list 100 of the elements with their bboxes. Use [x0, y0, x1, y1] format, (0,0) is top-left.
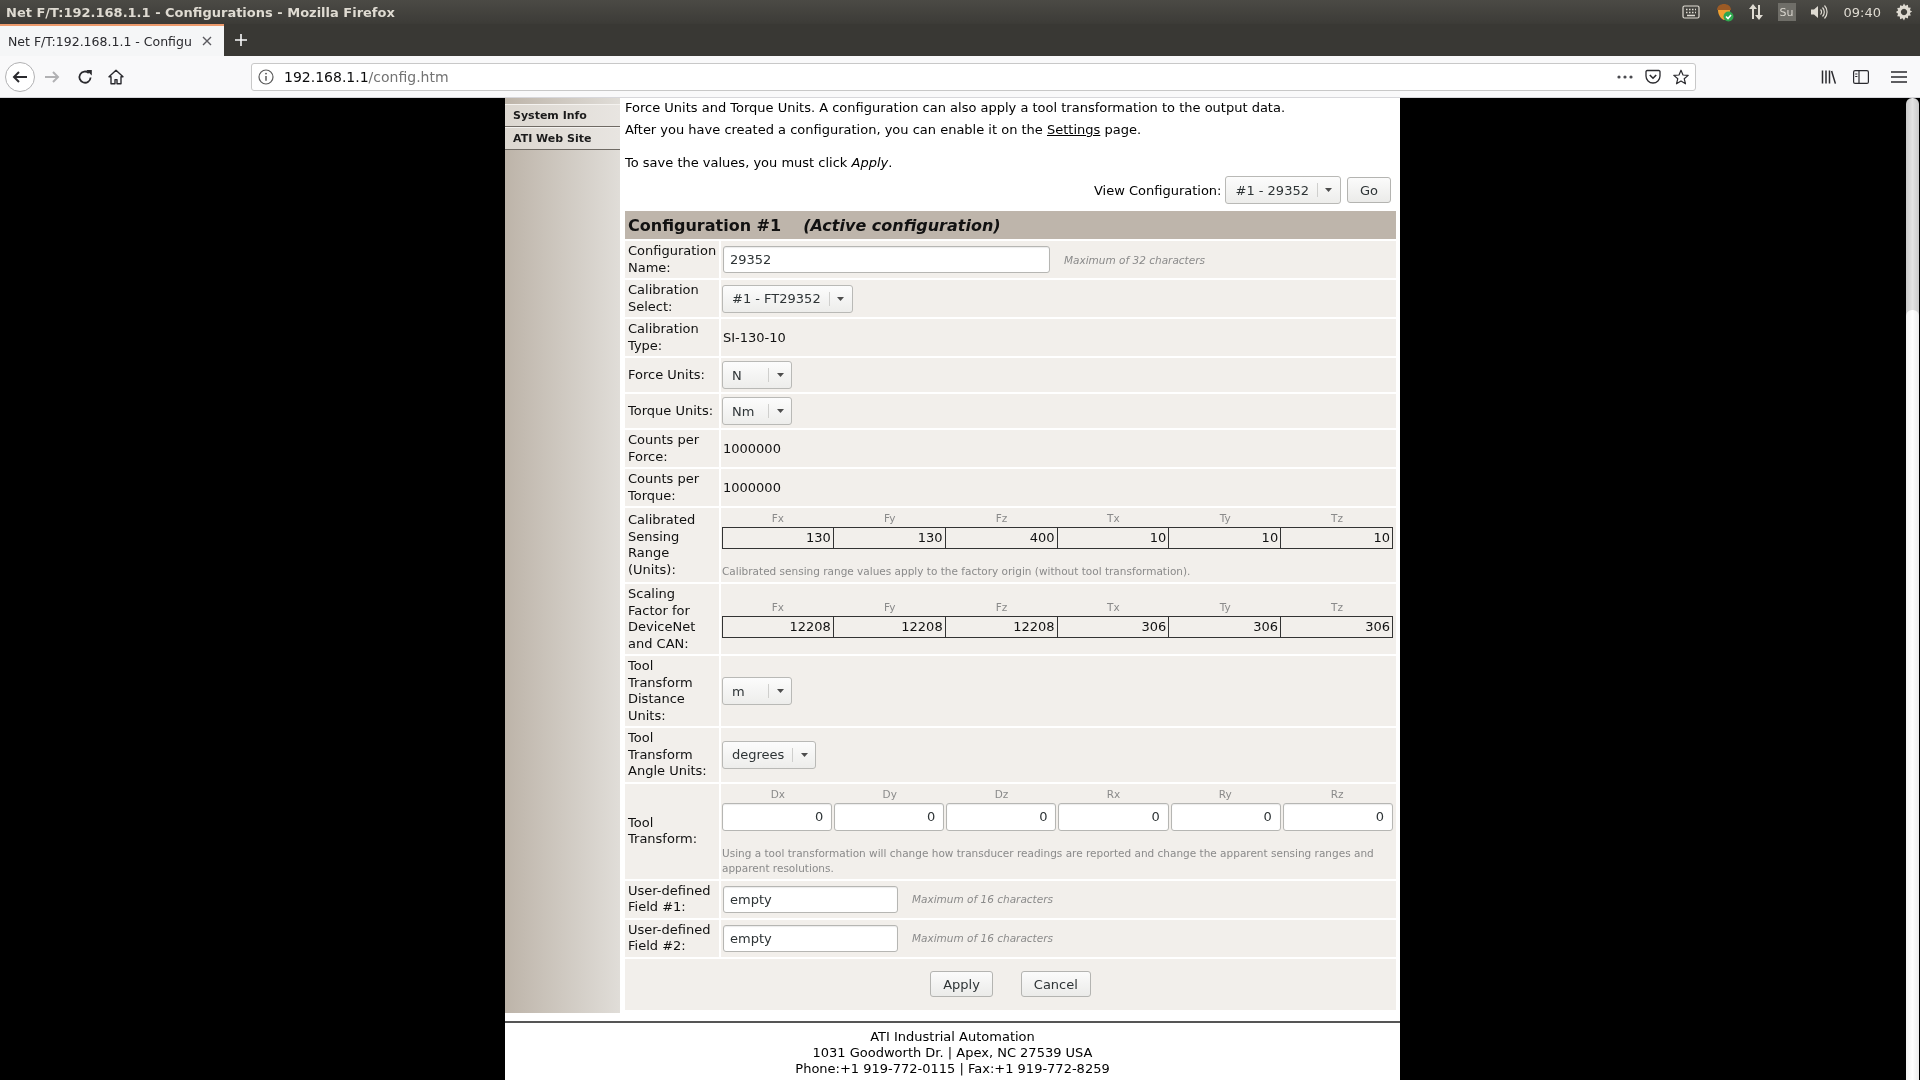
field-label: Torque Units:	[625, 394, 719, 428]
data-cell: 306	[1057, 616, 1170, 638]
chevron-shield-icon[interactable]	[1645, 68, 1661, 85]
caret-icon	[837, 296, 845, 301]
data-cell: 12208	[833, 616, 946, 638]
column-label: Fy	[884, 600, 896, 614]
clock-text[interactable]: 09:40	[1843, 4, 1881, 20]
number-field[interactable]: 0	[1282, 802, 1393, 831]
number-field[interactable]: 0	[722, 802, 833, 831]
data-cell: 10	[1281, 527, 1393, 549]
input-method-indicator[interactable]: Su	[1777, 3, 1796, 21]
config-title: Configuration #1	[628, 215, 782, 235]
column-label: Fz	[995, 600, 1008, 614]
data-cell: 400	[945, 527, 1058, 549]
number-field[interactable]: 0	[946, 802, 1057, 831]
star-icon[interactable]	[1673, 68, 1689, 85]
dropdown[interactable]: degrees	[722, 740, 817, 769]
settings-link[interactable]: Settings	[1047, 122, 1101, 137]
field-label: Scaling Factor for DeviceNet and CAN:	[625, 584, 719, 654]
address-field[interactable]: 192.168.1.1/config.htm	[251, 62, 1696, 91]
field-label: Force Units:	[625, 358, 719, 392]
data-cell: 12208	[722, 616, 834, 638]
field-label: Counts per Force:	[625, 430, 719, 467]
text-field[interactable]: empty	[723, 924, 898, 952]
column-label: Rz	[1330, 786, 1344, 801]
column-label: Fx	[771, 511, 785, 525]
field-label: Tool Transform Distance Units:	[625, 656, 719, 726]
library-icon[interactable]	[1821, 68, 1837, 85]
field-label: User-defined Field #1:	[625, 880, 719, 918]
arrow-left-icon	[12, 68, 28, 85]
number-field[interactable]: 0	[1058, 802, 1169, 831]
data-cell: 306	[1281, 616, 1393, 638]
column-label: Fz	[995, 511, 1008, 525]
column-label: Rx	[1106, 786, 1121, 801]
field-label: Calibration Type:	[625, 319, 719, 356]
home-icon[interactable]	[108, 68, 124, 85]
field-value: 1000000	[723, 441, 781, 456]
data-cell: 306	[1169, 616, 1282, 638]
more-icon[interactable]	[1617, 74, 1633, 79]
data-cell: 130	[833, 527, 946, 549]
keyboard-icon[interactable]	[1681, 5, 1700, 19]
field-label: Counts per Torque:	[625, 469, 719, 506]
data-cell: 130	[722, 527, 834, 549]
number-field[interactable]: 0	[834, 802, 945, 831]
action-button[interactable]: Cancel	[1020, 971, 1091, 997]
field-label: Configuration Name:	[625, 241, 719, 278]
caret-icon	[776, 689, 784, 693]
intro-text: After you have created a configuration, you can enable it on the Settings page.	[625, 121, 1143, 138]
back-button[interactable]	[5, 61, 35, 92]
dropdown[interactable]: #1 - FT29352	[722, 284, 853, 313]
number-field[interactable]: 0	[1170, 802, 1281, 831]
action-button[interactable]: Apply	[930, 971, 993, 997]
data-cell: 10	[1169, 527, 1282, 549]
field-label: View Configuration:	[1093, 182, 1222, 198]
field-value: SI-130-10	[723, 330, 786, 345]
caret-icon	[800, 752, 808, 757]
gear-icon[interactable]	[1895, 3, 1913, 21]
dropdown[interactable]: Nm	[722, 397, 792, 425]
plus-icon[interactable]	[234, 33, 248, 47]
hint-text: Maximum of 16 characters	[912, 932, 1053, 944]
sidebar-icon[interactable]	[1853, 69, 1869, 84]
field-value: 1000000	[723, 480, 781, 495]
note-text: Calibrated sensing range values apply to the factory origin (without tool transformation).	[722, 564, 1192, 579]
column-label: Tz	[1331, 600, 1344, 614]
menu-icon[interactable]	[1891, 69, 1907, 84]
reload-icon[interactable]	[77, 68, 93, 85]
field-label: User-defined Field #2:	[625, 919, 719, 957]
dropdown[interactable]: N	[722, 361, 792, 389]
text-field[interactable]: empty	[723, 885, 898, 913]
hint-text: Maximum of 16 characters	[912, 893, 1053, 905]
info-icon[interactable]	[258, 68, 274, 85]
dropdown[interactable]: m	[722, 677, 792, 705]
note-text: Using a tool transformation will change how transducer readings are reported and change the apparent sensing ranges and apparent resolutions.	[722, 845, 1375, 876]
column-label: Ty	[1219, 600, 1231, 614]
data-cell: 12208	[945, 616, 1058, 638]
caret-icon	[776, 409, 784, 413]
sidebar-link[interactable]: System Info	[505, 104, 620, 127]
sidebar-link[interactable]: ATI Web Site	[505, 127, 620, 150]
transfer-arrows-icon[interactable]	[1747, 3, 1764, 21]
caret-icon	[1325, 188, 1333, 192]
footer-text: 1031 Goodworth Dr. | Apex, NC 27539 USA	[812, 1044, 1093, 1061]
config-status: (Active configuration)	[803, 215, 1001, 235]
text-field[interactable]: 29352	[723, 246, 1050, 273]
configuration-dropdown[interactable]: #1 - 29352	[1225, 176, 1341, 204]
column-label: Ty	[1219, 511, 1231, 525]
footer-text: Phone:+1 919-772-0115 | Fax:+1 919-772-8259	[795, 1060, 1110, 1077]
intro-text: Force Units and Torque Units. A configuration can also apply a tool transformation to the output data.	[625, 99, 1287, 116]
scrollbar-thumb[interactable]	[1906, 310, 1919, 1080]
close-icon[interactable]	[202, 36, 212, 46]
url-text: 192.168.1.1/config.htm	[284, 68, 449, 85]
column-label: Dy	[882, 786, 897, 801]
window-title: Net F/T:192.168.1.1 - Configurations - Mozilla Firefox	[5, 4, 396, 20]
browser-tab[interactable]: Net F/T:192.168.1.1 - Configu	[0, 24, 224, 56]
field-label: Calibration Select:	[625, 280, 719, 317]
field-label: Tool Transform Angle Units:	[625, 728, 719, 782]
go-button[interactable]: Go	[1346, 177, 1391, 203]
speaker-icon[interactable]	[1809, 4, 1828, 20]
data-cell: 10	[1057, 527, 1170, 549]
column-label: Tx	[1107, 600, 1120, 614]
hint-text: Maximum of 32 characters	[1064, 253, 1205, 266]
